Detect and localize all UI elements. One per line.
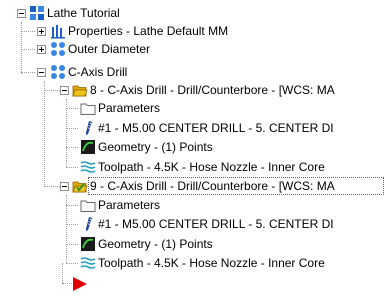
tree-guide-line bbox=[66, 205, 78, 206]
tree-node-label: Parameters bbox=[98, 101, 161, 115]
tree-node-parameters[interactable]: Parameters bbox=[80, 196, 160, 214]
tree-node-tool[interactable]: #1 - M5.00 CENTER DRILL - 5. CENTER DI bbox=[80, 119, 334, 137]
drill-tool-icon bbox=[80, 216, 96, 232]
geometry-icon bbox=[80, 236, 96, 252]
tree-node-label: Lathe Tutorial bbox=[47, 6, 120, 20]
tree-guide-line bbox=[44, 90, 60, 91]
parameters-folder-icon bbox=[80, 197, 96, 213]
expand-toggle[interactable] bbox=[37, 45, 46, 54]
tree-node-label: 8 - C-Axis Drill - Drill/Counterbore - [… bbox=[90, 83, 335, 97]
collapse-toggle[interactable] bbox=[60, 86, 69, 95]
expand-toggle[interactable] bbox=[37, 27, 46, 36]
toolpath-icon bbox=[80, 159, 96, 175]
collapse-toggle[interactable] bbox=[60, 182, 69, 191]
tree-node-label: 9 - C-Axis Drill - Drill/Counterbore - [… bbox=[90, 179, 335, 193]
tree-node-label: #1 - M5.00 CENTER DRILL - 5. CENTER DI bbox=[98, 121, 334, 135]
open-folder-icon bbox=[72, 82, 88, 98]
tree-guide-line bbox=[44, 186, 60, 187]
tree-node-label: C-Axis Drill bbox=[68, 65, 128, 79]
toolpath-group-icon bbox=[50, 41, 66, 57]
tree-node-label: Parameters bbox=[98, 198, 161, 212]
tree-node-root[interactable]: Lathe Tutorial bbox=[29, 4, 120, 22]
selected-open-folder-icon bbox=[72, 178, 88, 194]
tree-guide-line bbox=[66, 244, 78, 245]
tree-node-label: Geometry - (1) Points bbox=[98, 140, 213, 154]
tree-node-toolpath[interactable]: Toolpath - 4.5K - Hose Nozzle - Inner Co… bbox=[80, 158, 325, 176]
tree-node-outer-diameter[interactable]: Outer Diameter bbox=[50, 40, 150, 58]
collapse-toggle[interactable] bbox=[17, 9, 26, 18]
machine-group-icon bbox=[29, 5, 45, 21]
geometry-icon bbox=[80, 139, 96, 155]
tree-guide-line bbox=[21, 31, 35, 32]
tree-node-parameters[interactable]: Parameters bbox=[80, 99, 160, 117]
tree-guide-line bbox=[44, 81, 45, 185]
tree-node-label: Toolpath - 4.5K - Hose Nozzle - Inner Co… bbox=[98, 256, 325, 270]
tree-node-label: #1 - M5.00 CENTER DRILL - 5. CENTER DI bbox=[98, 217, 334, 231]
tree-node-geometry[interactable]: Geometry - (1) Points bbox=[80, 235, 213, 253]
tree-guide-line bbox=[66, 224, 78, 225]
tree-node-tool[interactable]: #1 - M5.00 CENTER DRILL - 5. CENTER DI bbox=[80, 215, 334, 233]
parameters-folder-icon bbox=[80, 100, 96, 116]
tree-guide-line bbox=[62, 283, 72, 284]
drill-tool-icon bbox=[80, 120, 96, 136]
tree-node-geometry[interactable]: Geometry - (1) Points bbox=[80, 138, 213, 156]
collapse-toggle[interactable] bbox=[37, 68, 46, 77]
tree-node-c-axis-drill[interactable]: C-Axis Drill bbox=[50, 63, 127, 81]
tree-node-label: Outer Diameter bbox=[68, 42, 151, 56]
tree-guide-line bbox=[66, 128, 78, 129]
tree-node-operation-9[interactable]: 9 - C-Axis Drill - Drill/Counterbore - [… bbox=[72, 177, 335, 195]
insert-arrow-icon[interactable] bbox=[72, 276, 88, 292]
tree-guide-line bbox=[66, 263, 78, 264]
operations-manager-tree: Lathe Tutorial Properties - Lathe Defaul… bbox=[0, 0, 384, 298]
toolpath-icon bbox=[80, 255, 96, 271]
tree-guide-line bbox=[66, 99, 67, 167]
tree-guide-line bbox=[66, 147, 78, 148]
tree-node-label: Geometry - (1) Points bbox=[98, 237, 213, 251]
tree-node-properties[interactable]: Properties - Lathe Default MM bbox=[50, 22, 228, 40]
tree-node-toolpath[interactable]: Toolpath - 4.5K - Hose Nozzle - Inner Co… bbox=[80, 254, 325, 272]
tree-guide-line bbox=[21, 22, 22, 74]
tree-node-label: Toolpath - 4.5K - Hose Nozzle - Inner Co… bbox=[98, 160, 325, 174]
toolpath-group-icon bbox=[50, 64, 66, 80]
tree-node-label: Properties - Lathe Default MM bbox=[68, 24, 229, 38]
tree-guide-line bbox=[66, 167, 78, 168]
tree-guide-line bbox=[21, 49, 35, 50]
properties-icon bbox=[50, 23, 66, 39]
tree-guide-line bbox=[21, 72, 35, 73]
tree-node-operation-8[interactable]: 8 - C-Axis Drill - Drill/Counterbore - [… bbox=[72, 81, 335, 99]
tree-guide-line bbox=[66, 108, 78, 109]
tree-guide-line bbox=[62, 263, 63, 283]
